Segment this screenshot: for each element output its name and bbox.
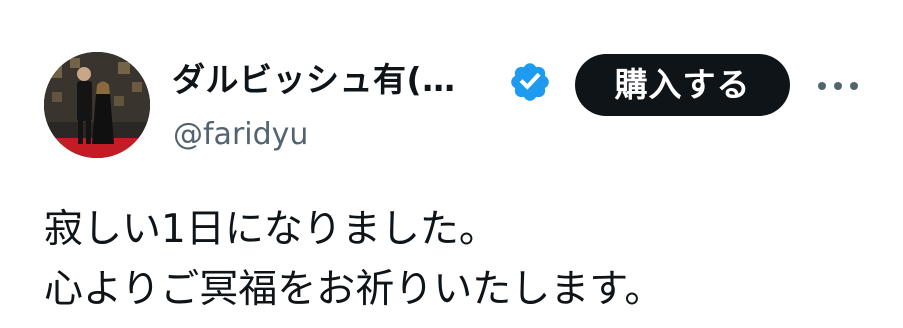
buy-button[interactable]: 購入する (575, 54, 790, 116)
tweet-text: 寂しい1日になりました。 心よりご冥福をお祈りいたします。 (44, 200, 884, 320)
tweet-text-line: 心よりご冥福をお祈りいたします。 (44, 267, 664, 312)
avatar[interactable] (44, 52, 150, 158)
more-horizontal-icon[interactable] (814, 70, 862, 102)
verified-badge-icon[interactable] (508, 60, 552, 104)
avatar-photo (44, 52, 150, 158)
tweet-text-line: 寂しい1日になりました。 (44, 207, 498, 252)
user-handle[interactable]: @faridyu (173, 114, 308, 156)
tweet-card: ダルビッシュ有(… @faridyu 購入する 寂しい1日になりました。 心より… (0, 0, 903, 328)
display-name[interactable]: ダルビッシュ有(… (172, 56, 456, 104)
